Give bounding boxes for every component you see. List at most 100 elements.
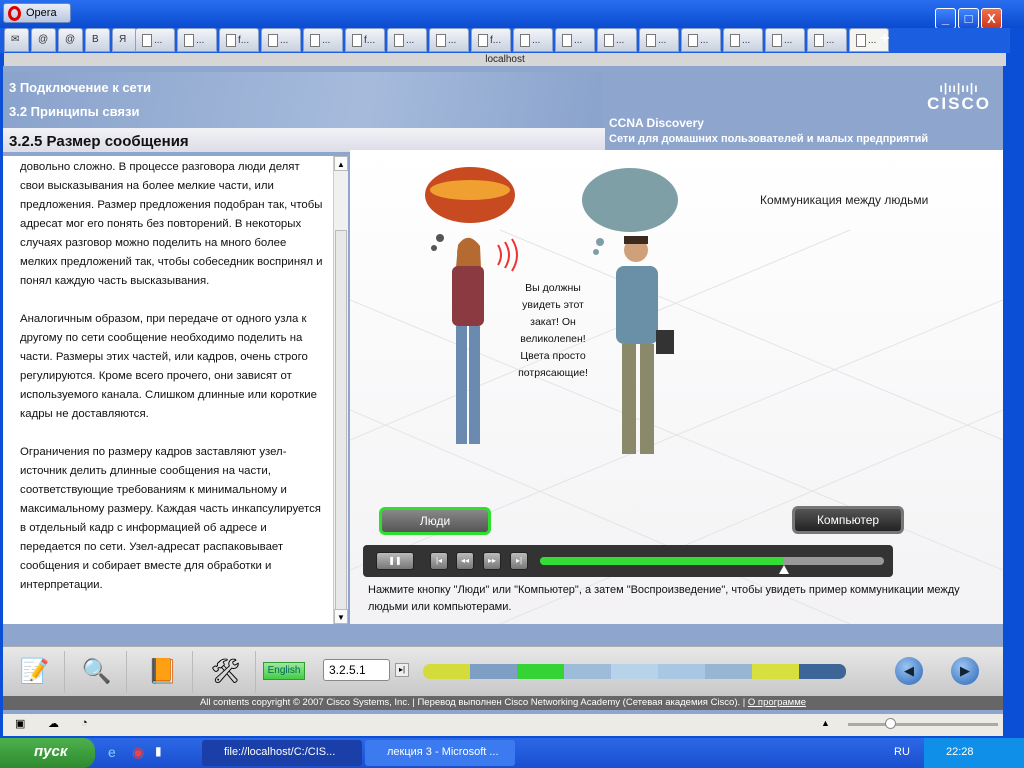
pause-button[interactable]: ❚❚ (376, 552, 414, 570)
page-icon (730, 34, 740, 47)
progress-segment[interactable] (752, 664, 799, 679)
text-scrollbar[interactable]: ▲ ▼ (333, 156, 348, 624)
empty-thought-bubble (582, 168, 678, 232)
language-indicator[interactable]: RU (894, 746, 910, 758)
browser-tab[interactable]: ... (765, 28, 805, 52)
step-forward-button[interactable]: ▸▸ (483, 552, 501, 570)
browser-tab[interactable]: ... (723, 28, 763, 52)
browser-tab[interactable]: f... (471, 28, 511, 52)
browser-tab[interactable]: @ (58, 28, 83, 52)
taskbar-item-word[interactable]: лекция 3 - Microsoft ... (365, 740, 515, 766)
browser-tab[interactable]: ... (135, 28, 175, 52)
progress-segment[interactable] (423, 664, 470, 679)
progress-segment[interactable] (611, 664, 658, 679)
browser-tab[interactable]: ... (597, 28, 637, 52)
tab-label: ... (700, 35, 709, 47)
language-button[interactable]: English (263, 662, 305, 680)
progress-segment[interactable] (517, 664, 564, 679)
tab-label: ... (616, 35, 625, 47)
browser-tab[interactable]: ... (513, 28, 553, 52)
turbo-icon[interactable]: ☁ (48, 717, 59, 730)
browser-tab[interactable]: ... (261, 28, 301, 52)
browser-tab[interactable]: @ (31, 28, 56, 52)
maximize-button[interactable]: □ (958, 8, 979, 29)
minimize-button[interactable]: _ (935, 8, 956, 29)
browser-tab[interactable]: ... (387, 28, 427, 52)
ie-icon[interactable]: e (108, 744, 116, 760)
search-icon[interactable]: 🔍 (67, 651, 127, 693)
previous-page-button[interactable]: ◀ (895, 657, 923, 685)
address-bar[interactable]: localhost (4, 53, 1006, 66)
browser-titlebar: Opera _ □ X (0, 0, 1024, 29)
copyright-text: All contents copyright © 2007 Cisco Syst… (199, 697, 748, 708)
browser-tab[interactable]: ... (639, 28, 679, 52)
zoom-slider[interactable] (848, 718, 998, 729)
man-figure (616, 236, 674, 454)
browser-tab[interactable]: ✉ (4, 28, 29, 52)
rewind-start-button[interactable]: |◂ (430, 552, 448, 570)
playback-handle[interactable] (779, 565, 790, 574)
progress-segment[interactable] (658, 664, 705, 679)
skip-end-button[interactable]: ▸| (510, 552, 528, 570)
people-button[interactable]: Люди (379, 507, 491, 535)
computer-button[interactable]: Компьютер (792, 506, 904, 534)
scroll-up-icon[interactable]: ▲ (334, 156, 348, 171)
page-icon (394, 34, 404, 47)
browser-tab[interactable]: ... (177, 28, 217, 52)
start-button[interactable]: пуск (0, 738, 95, 768)
course-subtitle: Сети для домашних пользователей и малых … (609, 133, 929, 145)
page-number-input[interactable]: 3.2.5.1 (323, 659, 390, 681)
tab-label: ... (280, 35, 289, 47)
page-icon (814, 34, 824, 47)
next-page-button[interactable]: ▶ (951, 657, 979, 685)
animation-stage: Вы должны увидеть этот закат! Он великол… (350, 150, 1003, 624)
speed-dial-icon[interactable]: ◔ (81, 717, 88, 729)
browser-tab[interactable]: ... (681, 28, 721, 52)
browser-tab[interactable]: ... (303, 28, 343, 52)
tab-label: ... (196, 35, 205, 47)
browser-statusbar: ▣ ☁ ◔ ▲ (3, 714, 1003, 736)
new-tab-button[interactable]: + (880, 30, 889, 48)
scroll-down-icon[interactable]: ▼ (334, 609, 348, 624)
tab-label: ... (322, 35, 331, 47)
chrome-icon[interactable]: ◉ (132, 744, 144, 761)
tab-label: f... (364, 35, 376, 47)
browser-tab[interactable]: f... (219, 28, 259, 52)
scroll-thumb[interactable] (335, 230, 347, 610)
taskbar-item-opera[interactable]: file://localhost/C:/CIS... (202, 740, 362, 766)
browser-tab[interactable]: B (85, 28, 110, 52)
browser-tab[interactable]: ... (555, 28, 595, 52)
close-button[interactable]: X (981, 8, 1002, 29)
glossary-book-icon[interactable]: 📙 (133, 651, 193, 693)
page-icon (604, 34, 614, 47)
progress-segment[interactable] (799, 664, 846, 679)
progress-segment[interactable] (564, 664, 611, 679)
system-tray: RU 22:28 (894, 738, 1024, 768)
browser-tab[interactable]: f... (345, 28, 385, 52)
playback-slider[interactable] (540, 557, 884, 574)
about-link[interactable]: О программе (748, 697, 806, 708)
zoom-up-icon[interactable]: ▲ (821, 718, 830, 728)
notes-icon[interactable]: 📝 (5, 651, 65, 693)
progress-segment[interactable] (705, 664, 752, 679)
app-icon[interactable]: ▮ (155, 744, 162, 758)
course-toolbar: 📝 🔍 📙 🛠 English 3.2.5.1 ▸| ◀ ▶ (3, 646, 1003, 696)
step-back-button[interactable]: ◂◂ (456, 552, 474, 570)
browser-tab[interactable]: ... (807, 28, 847, 52)
browser-tab[interactable]: Я (112, 28, 137, 52)
opera-menu-button[interactable]: Opera (3, 3, 71, 23)
progress-segment[interactable] (470, 664, 517, 679)
panel-toggle-icon[interactable]: ▣ (15, 717, 25, 730)
go-to-page-button[interactable]: ▸| (395, 663, 409, 677)
cisco-logo: ı|ıı|ıı|ı CISCO (927, 81, 991, 113)
zoom-handle[interactable] (885, 718, 896, 729)
tools-icon[interactable]: 🛠 (196, 651, 256, 693)
browser-tab[interactable]: ... (429, 28, 469, 52)
speech-text: Вы должны увидеть этот закат! Он великол… (518, 282, 588, 379)
woman-figure (452, 237, 484, 444)
opera-menu-label: Opera (26, 7, 57, 19)
taskbar: пуск e ◉ ▮ file://localhost/C:/CIS... ле… (0, 738, 1024, 768)
page-icon (226, 34, 236, 47)
paragraph: Аналогичным образом, при передаче от одн… (20, 313, 318, 420)
page-icon (184, 34, 194, 47)
